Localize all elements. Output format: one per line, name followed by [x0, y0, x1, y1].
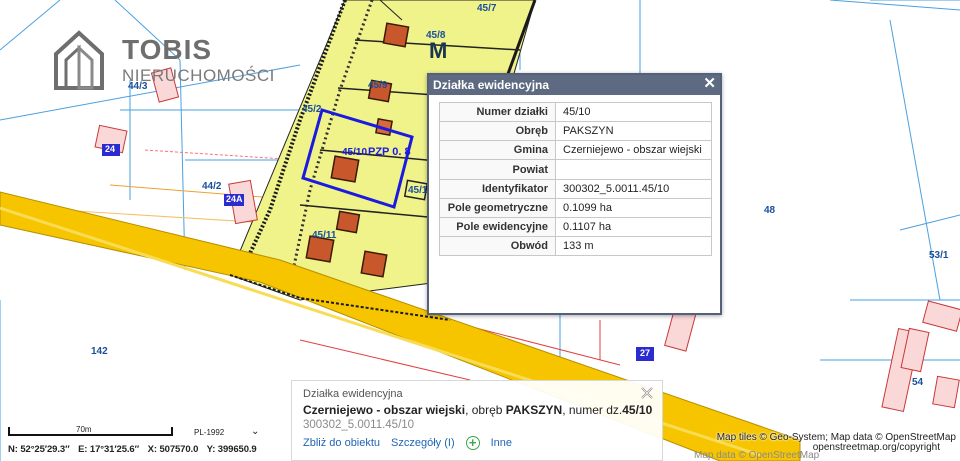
- logo-title: TOBIS: [122, 34, 213, 65]
- parcel-45-11: 45/11: [312, 230, 337, 241]
- zoom-to-object-link[interactable]: Zbliż do obiektu: [303, 437, 380, 449]
- table-row: Obwód 133 m: [439, 236, 712, 256]
- attr-value: 0.1107 ha: [555, 217, 712, 237]
- attr-value: [555, 159, 712, 180]
- attr-key: Pole ewidencyjne: [439, 217, 556, 237]
- coord-y: Y: 399650.9: [206, 444, 257, 455]
- attr-value: 300302_5.0011.45/10: [555, 179, 712, 199]
- chevron-down-icon[interactable]: ⌄: [251, 426, 259, 437]
- attr-value: 133 m: [555, 236, 712, 256]
- parcel-45-2: 45/2: [302, 104, 322, 115]
- attr-key: Powiat: [439, 159, 556, 180]
- table-row: Pole ewidencyjne 0.1107 ha: [439, 217, 712, 237]
- attr-value: 45/10: [555, 102, 712, 122]
- table-row: Identyfikator 300302_5.0011.45/10: [439, 179, 712, 199]
- attr-key: Obwód: [439, 236, 556, 256]
- crs-selector[interactable]: PL-1992: [194, 428, 224, 437]
- parcel-45-9: 45/9: [368, 80, 388, 91]
- attribution-line2[interactable]: openstreetmap.org/copyright: [813, 442, 940, 453]
- table-row: Numer działki 45/10: [439, 102, 712, 122]
- close-x-icon[interactable]: [640, 386, 654, 400]
- coord-e: E: 17°31′25.6″: [78, 444, 140, 455]
- popup-header: Działka ewidencyjna ✕: [429, 75, 720, 95]
- coord-n: N: 52°25′29.3″: [8, 444, 70, 455]
- table-row: Powiat: [439, 159, 712, 180]
- popup-title: Działka ewidencyjna: [433, 78, 550, 92]
- info-actions: Zbliż do obiektu Szczegóły (I) + Inne: [303, 436, 651, 450]
- cursor-coordinates: N: 52°25′29.3″ E: 17°31′25.6″ X: 507570.…: [8, 444, 263, 455]
- attr-key: Pole geometryczne: [439, 198, 556, 218]
- parcel-45-7: 45/7: [477, 3, 497, 14]
- parcel-44-2: 44/2: [202, 181, 222, 192]
- info-gmina: Czerniejewo - obszar wiejski: [303, 403, 466, 417]
- parcel-45-1: 45/1: [408, 185, 428, 196]
- attribution-line3: Map data © OpenStreetMap: [694, 450, 820, 461]
- info-identifier: 300302_5.0011.45/10: [303, 419, 415, 431]
- coord-x: X: 507570.0: [147, 444, 199, 455]
- scale-label: 70m: [76, 425, 92, 434]
- info-numer: 45/10: [622, 403, 653, 417]
- parcel-45-10: 45/10: [342, 147, 368, 158]
- info-category: Działka ewidencyjna: [303, 388, 403, 400]
- zone-letter-m: M: [429, 38, 448, 63]
- parcel-54: 54: [912, 377, 924, 388]
- info-obreb-prefix: , obręb: [465, 403, 506, 417]
- attr-value: 0.1099 ha: [555, 198, 712, 218]
- info-title: Czerniejewo - obszar wiejski, obręb PAKS…: [303, 403, 653, 417]
- close-icon[interactable]: ✕: [703, 76, 716, 92]
- info-numer-prefix: , numer dz.: [562, 403, 623, 417]
- attr-value: Czerniejewo - obszar wiejski: [555, 140, 712, 160]
- parcel-popup: Działka ewidencyjna ✕ Numer działki 45/10…: [427, 73, 722, 315]
- pzp-label: PZP 0. 8: [368, 146, 411, 158]
- house-logo-icon: [54, 30, 104, 90]
- logo-subtitle: NIERUCHOMOŚCI: [122, 66, 275, 85]
- attr-key: Identyfikator: [439, 179, 556, 199]
- plus-circle-icon[interactable]: +: [465, 436, 480, 450]
- details-link[interactable]: Szczegóły (I): [391, 437, 455, 449]
- attr-key: Obręb: [439, 121, 556, 141]
- parcel-48: 48: [764, 205, 776, 216]
- parcel-142: 142: [91, 346, 108, 357]
- table-row: Gmina Czerniejewo - obszar wiejski: [439, 140, 712, 160]
- other-link[interactable]: Inne: [491, 437, 512, 449]
- parcel-attributes-table: Numer działki 45/10 Obręb PAKSZYN Gmina Cze…: [439, 102, 712, 256]
- table-row: Obręb PAKSZYN: [439, 121, 712, 141]
- attr-key: Numer działki: [439, 102, 556, 122]
- attr-key: Gmina: [439, 140, 556, 160]
- parcel-53-1: 53/1: [929, 250, 949, 261]
- address-24: 24: [105, 144, 116, 154]
- attr-value: PAKSZYN: [555, 121, 712, 141]
- address-24a: 24A: [226, 194, 243, 204]
- table-row: Pole geometryczne 0.1099 ha: [439, 198, 712, 218]
- company-logo: TOBIS NIERUCHOMOŚCI: [52, 30, 282, 92]
- address-27: 27: [640, 348, 651, 358]
- info-obreb: PAKSZYN: [505, 403, 563, 417]
- feature-info-panel: Działka ewidencyjna Czerniejewo - obszar…: [291, 380, 663, 461]
